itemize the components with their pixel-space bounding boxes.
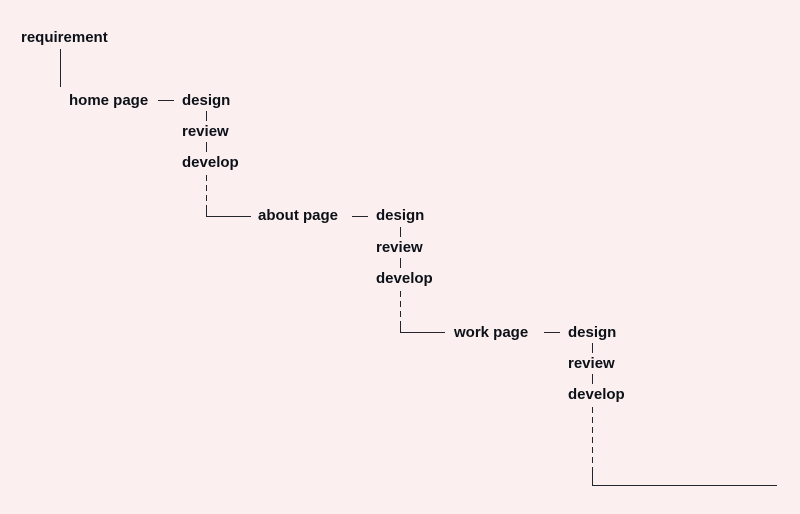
connector: [60, 49, 61, 87]
connector: [592, 485, 777, 486]
step-label: review: [568, 355, 615, 372]
connector: [400, 332, 445, 333]
step-label: design: [182, 92, 230, 109]
connector: [400, 227, 401, 237]
page-label: about page: [258, 207, 338, 224]
connector-dashed: [400, 301, 401, 307]
connector-dashed: [592, 417, 593, 423]
connector-dashed: [592, 407, 593, 413]
step-label: develop: [376, 270, 433, 287]
page-label: home page: [69, 92, 148, 109]
step-label: review: [376, 239, 423, 256]
connector: [400, 321, 401, 332]
step-label: develop: [182, 154, 239, 171]
connector-dashed: [592, 457, 593, 463]
connector-dashed: [400, 291, 401, 297]
root-label: requirement: [21, 29, 108, 46]
connector-dashed: [592, 447, 593, 453]
step-label: design: [376, 207, 424, 224]
connector: [400, 258, 401, 268]
connector-dashed: [592, 437, 593, 443]
connector-dashed: [206, 195, 207, 201]
connector: [206, 142, 207, 152]
connector: [352, 216, 368, 217]
connector-dashed: [592, 427, 593, 433]
connector-dashed: [400, 311, 401, 317]
connector-dashed: [206, 175, 207, 181]
connector: [592, 343, 593, 353]
step-label: design: [568, 324, 616, 341]
connector: [206, 111, 207, 121]
connector: [158, 100, 174, 101]
connector: [206, 216, 251, 217]
step-label: review: [182, 123, 229, 140]
connector: [592, 467, 593, 485]
connector: [544, 332, 560, 333]
page-label: work page: [454, 324, 528, 341]
connector: [206, 205, 207, 216]
connector-dashed: [206, 185, 207, 191]
step-label: develop: [568, 386, 625, 403]
connector: [592, 374, 593, 384]
